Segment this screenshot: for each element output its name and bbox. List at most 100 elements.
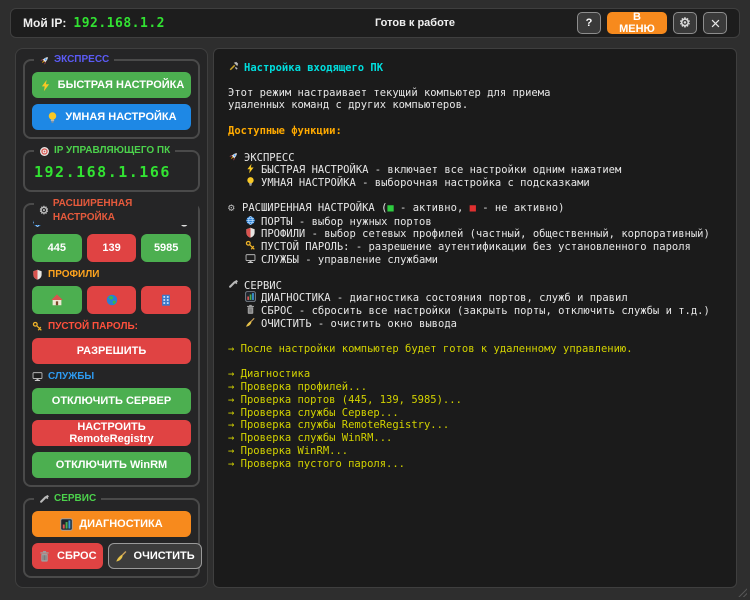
reset-button[interactable]: СБРОС (32, 543, 103, 569)
console-line: → Проверка пустого пароля... (228, 458, 722, 471)
console-line: Настройка входящего ПК (228, 61, 722, 74)
monitor-icon (245, 253, 256, 264)
topbar: Мой IP: 192.168.1.2 Готов к работе ? В М… (10, 8, 740, 38)
services-label: СЛУЖБЫ (48, 371, 94, 382)
key-icon (32, 321, 43, 332)
profile-public-button[interactable] (87, 286, 137, 314)
express-group: ЭКСПРЕСС БЫСТРАЯ НАСТРОЙКА УМНАЯ НАСТРОЙ… (23, 59, 200, 139)
console-line (228, 112, 722, 125)
my-ip-value: 192.168.1.2 (73, 16, 165, 31)
earth-icon (105, 293, 119, 307)
app-window: Мой IP: 192.168.1.2 Готов к работе ? В М… (0, 0, 750, 600)
admin-ip-label: IP УПРАВЛЯЮЩЕГО ПК (54, 144, 170, 158)
console-line: → Проверка службы Сервер... (228, 407, 722, 420)
console-line: УМНАЯ НАСТРОЙКА - выборочная настройка с… (228, 176, 722, 189)
shield-icon (32, 269, 43, 280)
my-ip-label: Мой IP: (23, 16, 66, 30)
console-line: ПУСТОЙ ПАРОЛЬ: - разрешение аутентификац… (228, 240, 722, 253)
broom-icon (115, 550, 128, 563)
console-line: ДИАГНОСТИКА - диагностика состояния порт… (228, 291, 722, 304)
status-text: Готов к работе (253, 17, 577, 29)
disable-winrm-button[interactable]: ОТКЛЮЧИТЬ WinRM (32, 452, 191, 478)
monitor-icon (32, 371, 43, 382)
clear-button[interactable]: ОЧИСТИТЬ (108, 543, 202, 569)
console-line: СЛУЖБЫ - управление службами (228, 253, 722, 266)
gear-icon: ⚙ (228, 202, 242, 215)
target-icon (39, 146, 50, 157)
profiles-row (32, 286, 191, 314)
console-output[interactable]: Настройка входящего ПК Этот режим настра… (213, 48, 737, 588)
console-line: СБРОС - сбросить все настройки (закрыть … (228, 304, 722, 317)
admin-ip-value: 192.168.1.166 (32, 163, 191, 183)
disable-server-button[interactable]: ОТКЛЮЧИТЬ СЕРВЕР (32, 388, 191, 414)
console-line (228, 330, 722, 343)
bolt-icon (245, 163, 256, 174)
console-line (228, 74, 722, 87)
console-line (228, 355, 722, 368)
topbar-buttons: ? В МЕНЮ ⚙ (577, 12, 727, 34)
console-line: ⚙РАСШИРЕННАЯ НАСТРОЙКА (■ - активно, ■ -… (228, 202, 722, 215)
express-group-label: ЭКСПРЕСС (54, 53, 109, 67)
my-ip: Мой IP: 192.168.1.2 (23, 16, 253, 31)
console-line (228, 138, 722, 151)
empty-password-label: ПУСТОЙ ПАРОЛЬ: (48, 321, 138, 332)
port-5985-button[interactable]: 5985 (141, 234, 191, 262)
port-139-button[interactable]: 139 (87, 234, 137, 262)
allow-empty-password-button[interactable]: РАЗРЕШИТЬ (32, 338, 191, 364)
broom-icon (245, 317, 256, 328)
console-line (228, 189, 722, 202)
gear-icon: ⚙ (679, 15, 691, 31)
smart-setup-button[interactable]: УМНАЯ НАСТРОЙКА (32, 104, 191, 130)
console-line: СЕРВИС (228, 279, 722, 292)
help-button[interactable]: ? (577, 12, 601, 34)
trash-icon (38, 550, 51, 563)
console-line: ОЧИСТИТЬ - очистить окно вывода (228, 317, 722, 330)
profile-domain-button[interactable] (141, 286, 191, 314)
gear-icon: ⚙ (39, 206, 49, 217)
fast-setup-button[interactable]: БЫСТРАЯ НАСТРОЙКА (32, 72, 191, 98)
console-line: → Проверка профилей... (228, 381, 722, 394)
advanced-group-label: РАСШИРЕННАЯ НАСТРОЙКА (53, 197, 193, 225)
resize-grip[interactable] (738, 588, 747, 597)
console-line: → Диагностика (228, 368, 722, 381)
console-line: → Проверка портов (445, 139, 5985)... (228, 394, 722, 407)
port-445-button[interactable]: 445 (32, 234, 82, 262)
ports-row: 4451395985 (32, 234, 191, 262)
building-icon (159, 293, 173, 307)
menu-button[interactable]: В МЕНЮ (607, 12, 667, 34)
console-line: → Проверка службы RemoteRegistry... (228, 419, 722, 432)
bulb-icon (245, 176, 256, 187)
console-line: ЭКСПРЕСС (228, 151, 722, 164)
configure-remoteregistry-button[interactable]: НАСТРОИТЬ RemoteRegistry (32, 420, 191, 446)
console-line: → Проверка WinRM... (228, 445, 722, 458)
close-icon (710, 18, 721, 29)
key-icon (245, 240, 256, 251)
house-icon (50, 293, 64, 307)
service-group: СЕРВИС ДИАГНОСТИКА СБРОС ОЧИСТИТЬ (23, 498, 200, 578)
console-line: Этот режим настраивает текущий компьютер… (228, 87, 722, 100)
profiles-label: ПРОФИЛИ (48, 269, 99, 280)
advanced-group: ⚙ РАСШИРЕННАЯ НАСТРОЙКА ПОРТЫ ↻ 44513959… (23, 203, 200, 487)
sidebar: ЭКСПРЕСС БЫСТРАЯ НАСТРОЙКА УМНАЯ НАСТРОЙ… (15, 48, 208, 588)
wrench-icon (39, 494, 50, 505)
console-line: ПОРТЫ - выбор нужных портов (228, 215, 722, 228)
console-line: ПРОФИЛИ - выбор сетевых профилей (частны… (228, 227, 722, 240)
console-line: БЫСТРАЯ НАСТРОЙКА - включает все настрой… (228, 163, 722, 176)
wrench-icon (228, 279, 239, 290)
close-button[interactable] (703, 12, 727, 34)
rocket-icon (228, 151, 239, 162)
settings-button[interactable]: ⚙ (673, 12, 697, 34)
shield-icon (245, 227, 256, 238)
chart-icon (60, 518, 73, 531)
console-line: → Проверка службы WinRM... (228, 432, 722, 445)
console-line: удаленных команд с других компьютеров. (228, 99, 722, 112)
bulb-icon (46, 111, 59, 124)
trash-icon (245, 304, 256, 315)
rocket-icon (39, 55, 50, 66)
profile-private-button[interactable] (32, 286, 82, 314)
console-line (228, 266, 722, 279)
hammer-wrench-icon (228, 61, 239, 72)
console-line: → После настройки компьютер будет готов … (228, 343, 722, 356)
service-group-label: СЕРВИС (54, 492, 96, 506)
diagnostics-button[interactable]: ДИАГНОСТИКА (32, 511, 191, 537)
